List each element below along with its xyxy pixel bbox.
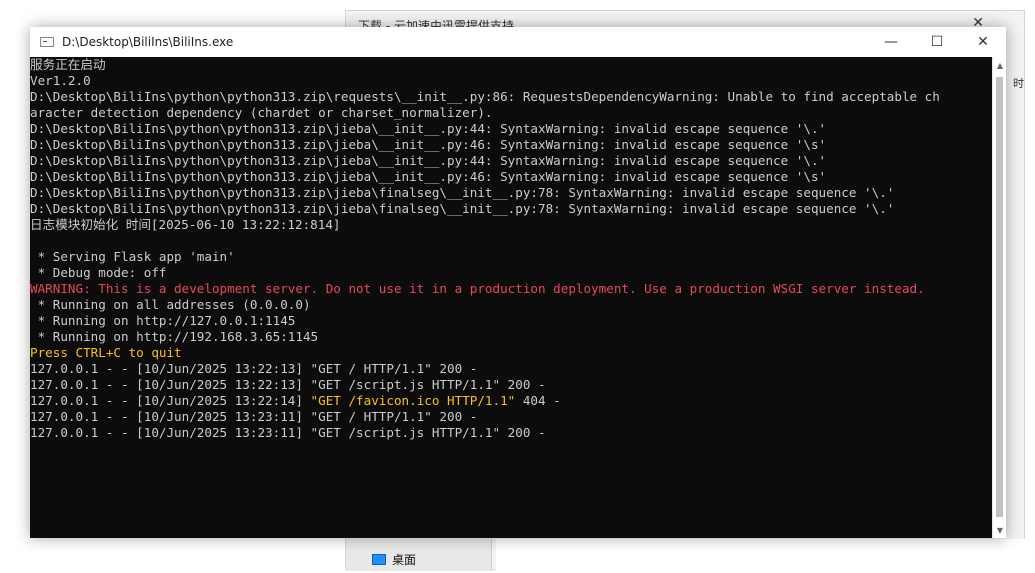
- console-line: aracter detection dependency (chardet or…: [30, 105, 493, 120]
- console-line: D:\Desktop\BiliIns\python\python313.zip\…: [30, 169, 827, 184]
- titlebar[interactable]: D:\Desktop\BiliIns\BiliIns.exe — ☐ ✕: [30, 27, 1006, 57]
- window-title: D:\Desktop\BiliIns\BiliIns.exe: [62, 35, 234, 49]
- console-line-segment: 404 -: [515, 393, 561, 408]
- minimize-button[interactable]: —: [868, 27, 914, 57]
- console-window: D:\Desktop\BiliIns\BiliIns.exe — ☐ ✕ 服务正…: [30, 27, 1006, 538]
- console-line: 日志模块初始化 时间[2025-06-10 13:22:12:814]: [30, 217, 341, 232]
- console-line-segment: 127.0.0.1 - - [10/Jun/2025 13:22:14]: [30, 393, 311, 408]
- console-line: D:\Desktop\BiliIns\python\python313.zip\…: [30, 201, 895, 216]
- console-line: 127.0.0.1 - - [10/Jun/2025 13:22:13] "GE…: [30, 361, 478, 376]
- console-line: * Debug mode: off: [30, 265, 167, 280]
- console-line-segment: "GET /favicon.ico HTTP/1.1": [310, 393, 516, 408]
- console-line: 127.0.0.1 - - [10/Jun/2025 13:22:13] "GE…: [30, 377, 546, 392]
- console-line: Ver1.2.0: [30, 73, 91, 88]
- console-line: * Serving Flask app 'main': [30, 249, 235, 264]
- console-line: D:\Desktop\BiliIns\python\python313.zip\…: [30, 153, 827, 168]
- console-line: D:\Desktop\BiliIns\python\python313.zip\…: [30, 121, 827, 136]
- background-footer: 桌面: [346, 539, 492, 571]
- scroll-down-arrow-icon[interactable]: ▼: [993, 522, 1007, 538]
- console-line: 服务正在启动: [30, 57, 106, 72]
- console-line: D:\Desktop\BiliIns\python\python313.zip\…: [30, 185, 895, 200]
- console-line: * Running on http://127.0.0.1:1145: [30, 313, 296, 328]
- close-button[interactable]: ✕: [960, 27, 1006, 57]
- desktop-nav-label: 桌面: [392, 553, 417, 567]
- window-controls: — ☐ ✕: [868, 27, 1006, 57]
- console-line: 127.0.0.1 - - [10/Jun/2025 13:23:11] "GE…: [30, 425, 546, 440]
- console-line: 127.0.0.1 - - [10/Jun/2025 13:22:14] "GE…: [30, 393, 992, 409]
- console-app-icon: [40, 37, 54, 47]
- maximize-button[interactable]: ☐: [914, 27, 960, 57]
- console-output[interactable]: 服务正在启动 Ver1.2.0 D:\Desktop\BiliIns\python\…: [30, 57, 992, 538]
- console-line: * Running on all addresses (0.0.0.0): [30, 297, 311, 312]
- console-line: Press CTRL+C to quit: [30, 345, 182, 360]
- scroll-up-arrow-icon[interactable]: ▲: [993, 57, 1007, 73]
- background-edge-text: 时: [1013, 77, 1024, 90]
- background-content-area: [496, 539, 1026, 571]
- console-line: D:\Desktop\BiliIns\python\python313.zip\…: [30, 137, 827, 152]
- desktop-nav-item[interactable]: 桌面: [372, 551, 416, 568]
- console-line: D:\Desktop\BiliIns\python\python313.zip\…: [30, 89, 940, 104]
- console-lines: 服务正在启动 Ver1.2.0 D:\Desktop\BiliIns\python\…: [30, 57, 992, 441]
- vertical-scrollbar[interactable]: ▲ ▼: [992, 57, 1006, 538]
- console-line: * Running on http://192.168.3.65:1145: [30, 329, 319, 344]
- console-line: WARNING: This is a development server. D…: [30, 281, 925, 296]
- console-line: 127.0.0.1 - - [10/Jun/2025 13:23:11] "GE…: [30, 409, 478, 424]
- scroll-thumb[interactable]: [996, 77, 1003, 517]
- desktop-folder-icon: [372, 554, 386, 565]
